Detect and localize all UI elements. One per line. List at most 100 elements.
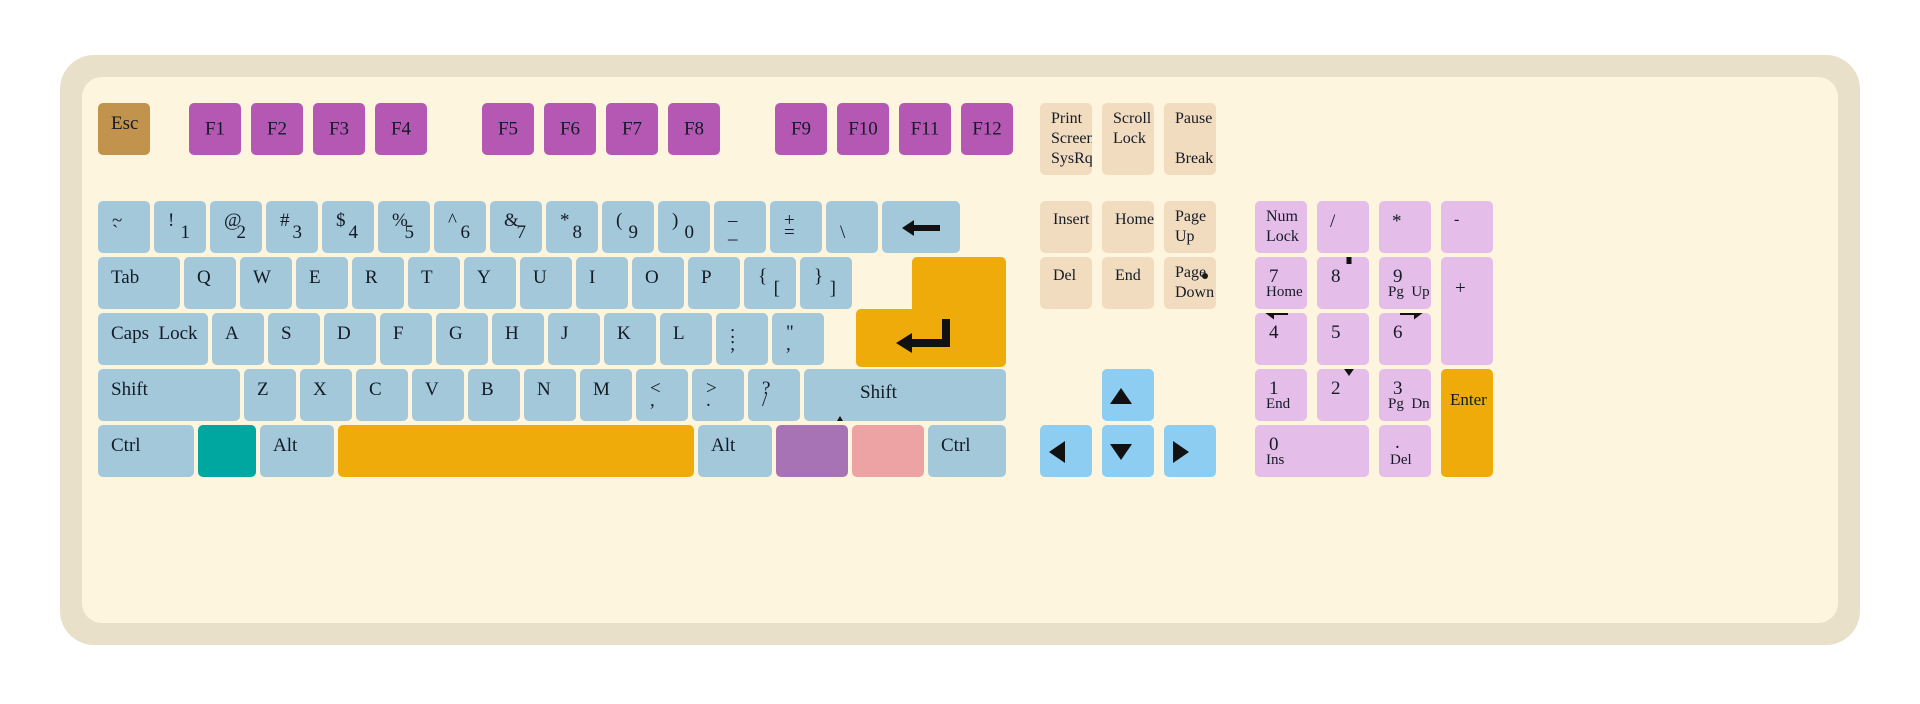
- key-f2[interactable]: F2: [251, 103, 303, 155]
- key-equals[interactable]: + =: [770, 201, 822, 253]
- key-d[interactable]: D: [324, 313, 376, 365]
- key-escape[interactable]: Esc: [98, 103, 150, 155]
- key-q[interactable]: Q: [184, 257, 236, 309]
- key-caps-lock[interactable]: Caps Lock: [98, 313, 208, 365]
- key-s[interactable]: S: [268, 313, 320, 365]
- key-numpad-8[interactable]: 8: [1317, 257, 1369, 309]
- key-insert[interactable]: Insert: [1040, 201, 1092, 253]
- key-numpad-9[interactable]: 9 Pg Up: [1379, 257, 1431, 309]
- key-numpad-2[interactable]: 2: [1317, 369, 1369, 421]
- key-backslash[interactable]: \: [826, 201, 878, 253]
- key-scroll-lock[interactable]: Scroll Lock: [1102, 103, 1154, 175]
- key-m[interactable]: M: [580, 369, 632, 421]
- key-numpad-multiply[interactable]: *: [1379, 201, 1431, 253]
- key-bracket-right[interactable]: } ]: [800, 257, 852, 309]
- key-numpad-5[interactable]: 5: [1317, 313, 1369, 365]
- key-1[interactable]: ! 1: [154, 201, 206, 253]
- key-comma[interactable]: < ,: [636, 369, 688, 421]
- key-period[interactable]: > .: [692, 369, 744, 421]
- key-enter[interactable]: [856, 257, 1006, 367]
- key-numpad-3[interactable]: 3 Pg Dn: [1379, 369, 1431, 421]
- key-f4[interactable]: F4: [375, 103, 427, 155]
- key-numpad-4[interactable]: 4: [1255, 313, 1307, 365]
- key-backtick[interactable]: ~ `: [98, 201, 150, 253]
- key-k[interactable]: K: [604, 313, 656, 365]
- key-f5[interactable]: F5: [482, 103, 534, 155]
- key-page-down[interactable]: Page Down: [1164, 257, 1216, 309]
- key-e[interactable]: E: [296, 257, 348, 309]
- key-backspace[interactable]: [882, 201, 960, 253]
- key-f11[interactable]: F11: [899, 103, 951, 155]
- key-z[interactable]: Z: [244, 369, 296, 421]
- key-print-screen[interactable]: Print Screen SysRq: [1040, 103, 1092, 175]
- key-numpad-1[interactable]: 1 End: [1255, 369, 1307, 421]
- key-left-meta[interactable]: [198, 425, 256, 477]
- key-numpad-decimal[interactable]: . Del: [1379, 425, 1431, 477]
- key-v[interactable]: V: [412, 369, 464, 421]
- key-arrow-down[interactable]: [1102, 425, 1154, 477]
- key-w[interactable]: W: [240, 257, 292, 309]
- key-4[interactable]: $ 4: [322, 201, 374, 253]
- key-delete[interactable]: Del: [1040, 257, 1092, 309]
- key-p[interactable]: P: [688, 257, 740, 309]
- key-0[interactable]: ) 0: [658, 201, 710, 253]
- key-num-lock[interactable]: Num Lock: [1255, 201, 1307, 253]
- key-numpad-0[interactable]: 0 Ins: [1255, 425, 1369, 477]
- key-6[interactable]: ^ 6: [434, 201, 486, 253]
- key-f3[interactable]: F3: [313, 103, 365, 155]
- key-l[interactable]: L: [660, 313, 712, 365]
- key-slash[interactable]: ? /: [748, 369, 800, 421]
- key-arrow-left[interactable]: [1040, 425, 1092, 477]
- key-numpad-subtract[interactable]: -: [1441, 201, 1493, 253]
- key-o[interactable]: O: [632, 257, 684, 309]
- key-f7[interactable]: F7: [606, 103, 658, 155]
- key-f12[interactable]: F12: [961, 103, 1013, 155]
- key-bracket-left[interactable]: { [: [744, 257, 796, 309]
- key-semicolon[interactable]: : ;: [716, 313, 768, 365]
- key-home[interactable]: Home: [1102, 201, 1154, 253]
- key-menu[interactable]: [852, 425, 924, 477]
- key-f10[interactable]: F10: [837, 103, 889, 155]
- key-r[interactable]: R: [352, 257, 404, 309]
- key-f[interactable]: F: [380, 313, 432, 365]
- key-j[interactable]: J: [548, 313, 600, 365]
- key-f6[interactable]: F6: [544, 103, 596, 155]
- key-left-shift[interactable]: Shift: [98, 369, 240, 421]
- key-b[interactable]: B: [468, 369, 520, 421]
- key-g[interactable]: G: [436, 313, 488, 365]
- key-right-shift[interactable]: Shift: [804, 369, 1006, 421]
- key-space[interactable]: [338, 425, 694, 477]
- key-u[interactable]: U: [520, 257, 572, 309]
- key-right-meta[interactable]: [776, 425, 848, 477]
- key-c[interactable]: C: [356, 369, 408, 421]
- key-5[interactable]: % 5: [378, 201, 430, 253]
- key-h[interactable]: H: [492, 313, 544, 365]
- key-page-up[interactable]: Page Up: [1164, 201, 1216, 253]
- key-numpad-add[interactable]: +: [1441, 257, 1493, 365]
- key-right-alt[interactable]: Alt: [698, 425, 772, 477]
- key-right-ctrl[interactable]: Ctrl: [928, 425, 1006, 477]
- key-end[interactable]: End: [1102, 257, 1154, 309]
- key-arrow-right[interactable]: [1164, 425, 1216, 477]
- key-left-ctrl[interactable]: Ctrl: [98, 425, 194, 477]
- key-f8[interactable]: F8: [668, 103, 720, 155]
- key-n[interactable]: N: [524, 369, 576, 421]
- key-pause-break[interactable]: Pause Break: [1164, 103, 1216, 175]
- key-7[interactable]: & 7: [490, 201, 542, 253]
- key-t[interactable]: T: [408, 257, 460, 309]
- key-a[interactable]: A: [212, 313, 264, 365]
- key-3[interactable]: # 3: [266, 201, 318, 253]
- key-i[interactable]: I: [576, 257, 628, 309]
- key-numpad-enter[interactable]: Enter: [1441, 369, 1493, 477]
- key-2[interactable]: @ 2: [210, 201, 262, 253]
- key-x[interactable]: X: [300, 369, 352, 421]
- key-quote[interactable]: " ,: [772, 313, 824, 365]
- key-9[interactable]: ( 9: [602, 201, 654, 253]
- key-arrow-up[interactable]: [1102, 369, 1154, 421]
- key-numpad-divide[interactable]: /: [1317, 201, 1369, 253]
- key-y[interactable]: Y: [464, 257, 516, 309]
- key-numpad-7[interactable]: 7 Home: [1255, 257, 1307, 309]
- key-f9[interactable]: F9: [775, 103, 827, 155]
- key-left-alt[interactable]: Alt: [260, 425, 334, 477]
- key-f1[interactable]: F1: [189, 103, 241, 155]
